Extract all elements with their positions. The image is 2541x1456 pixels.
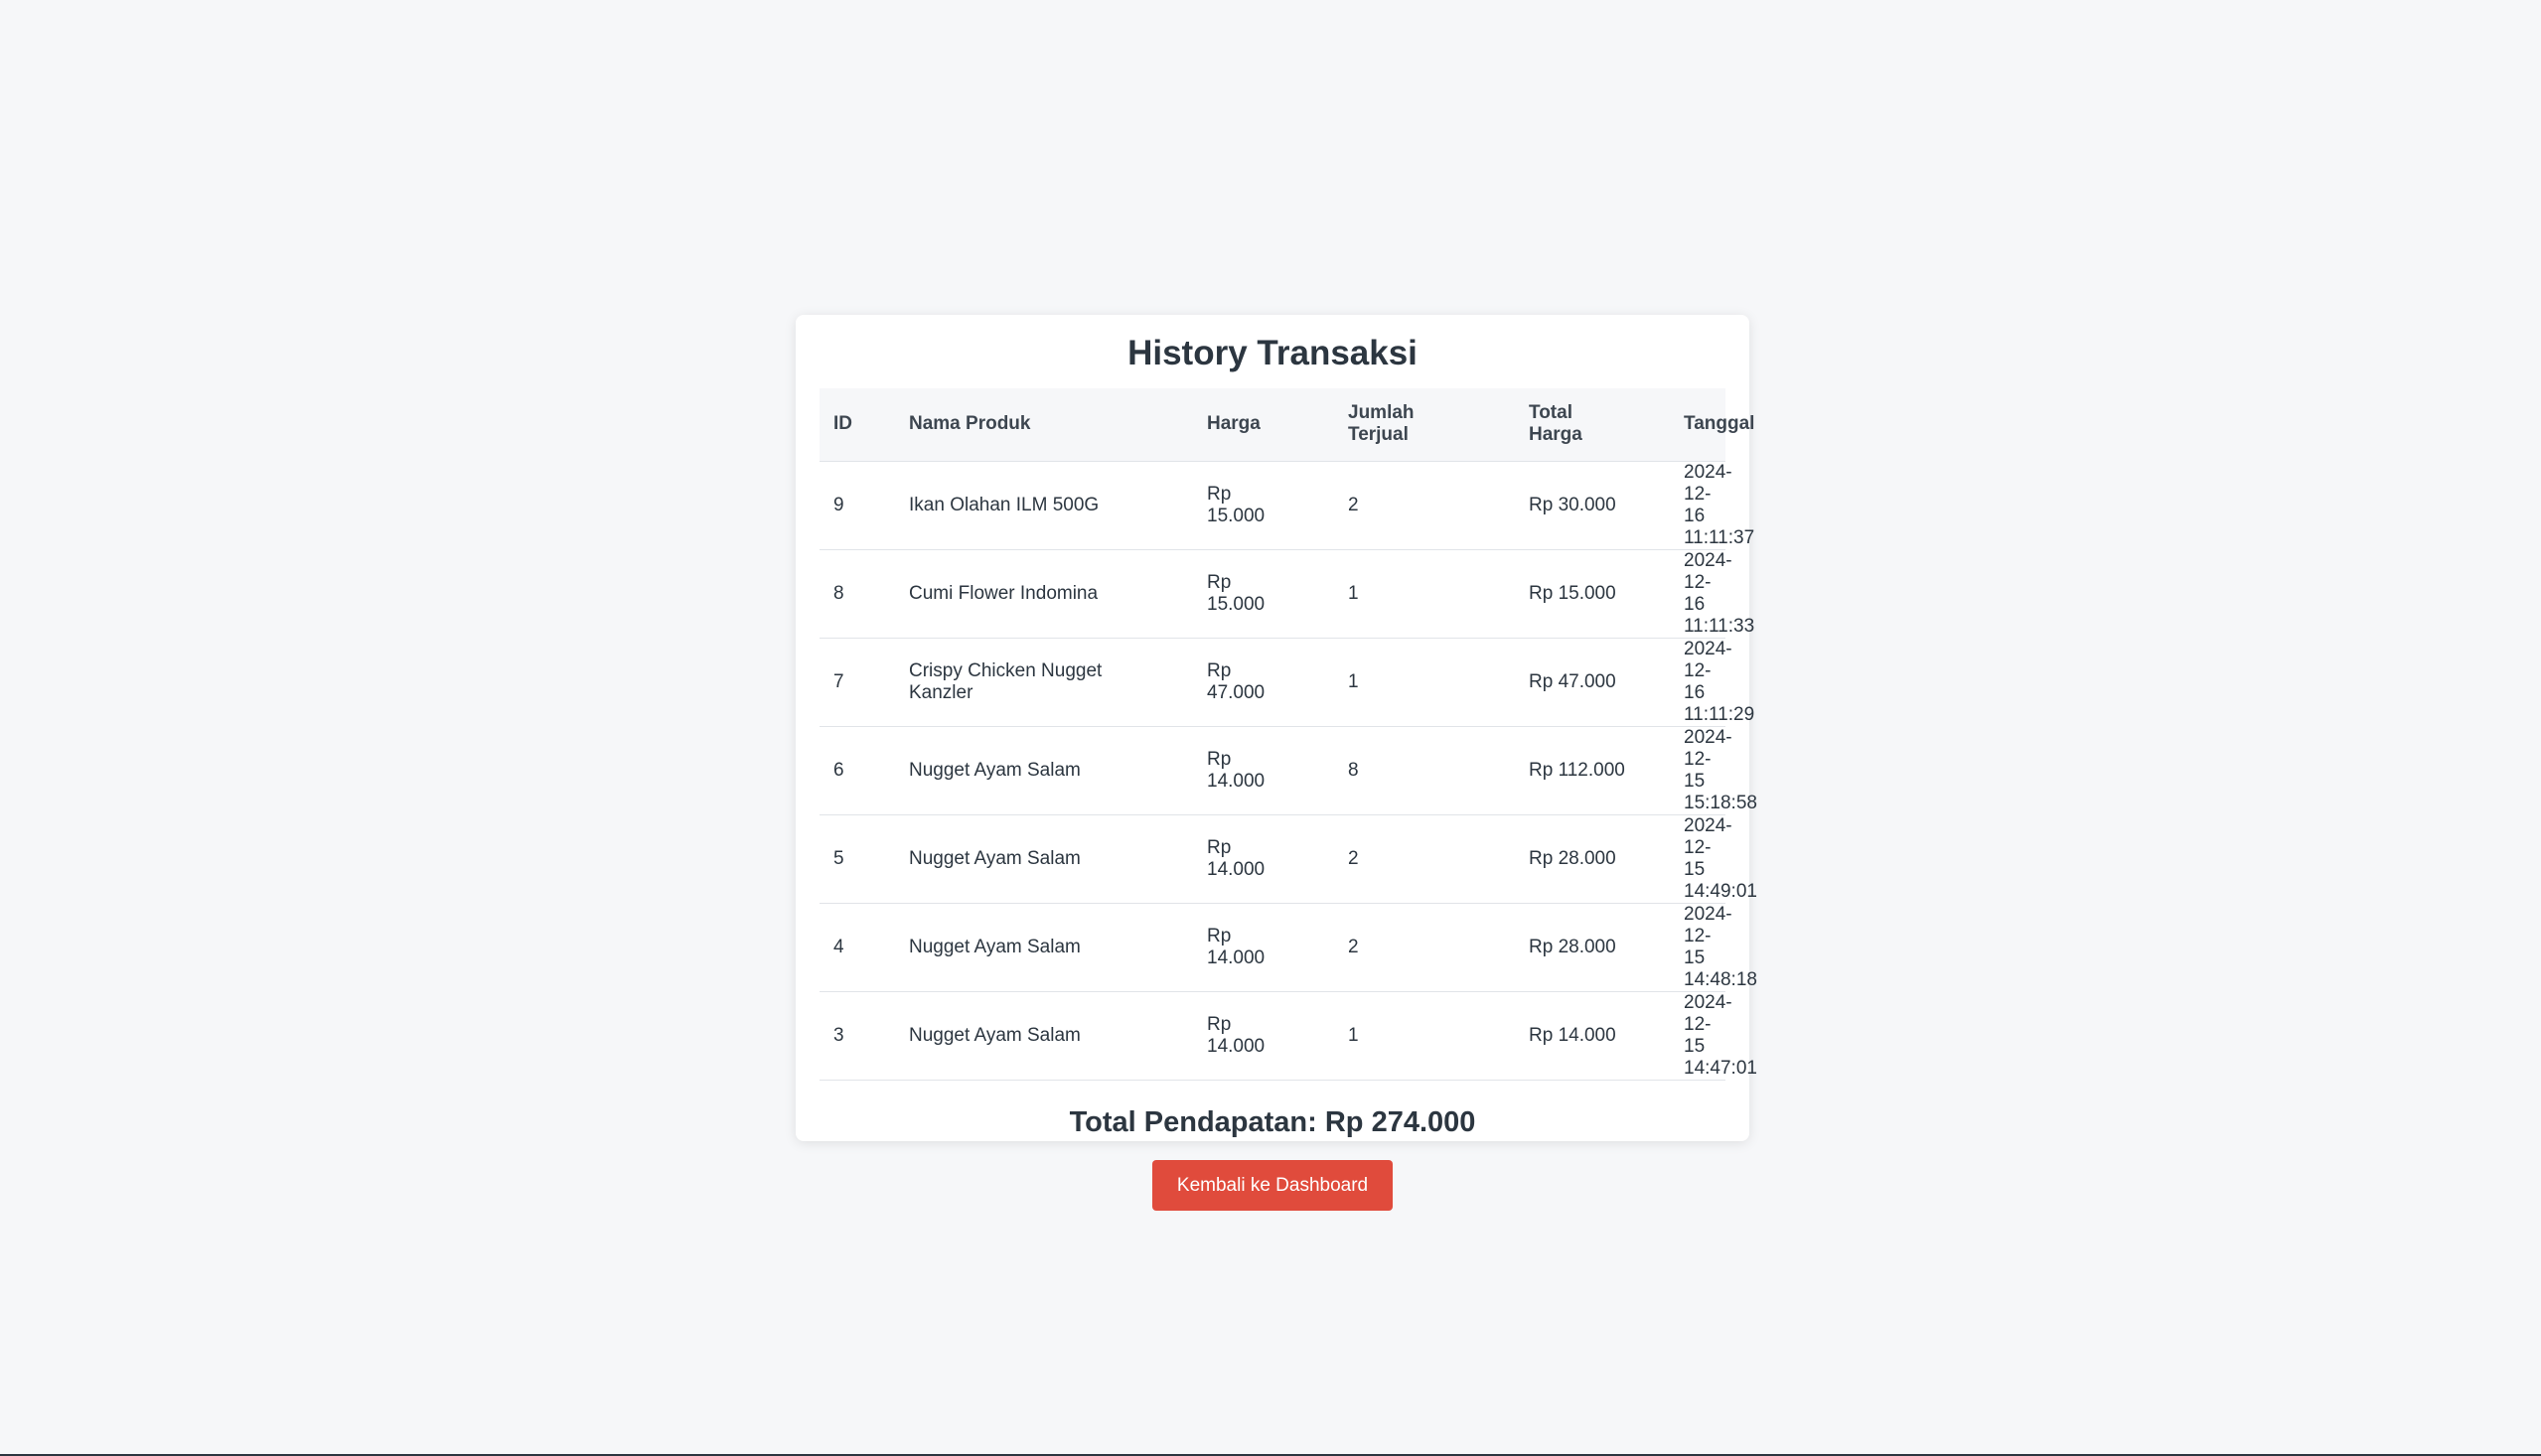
cell-harga: Rp 14.000 [1193, 903, 1334, 992]
cell-jumlah-terjual: 1 [1334, 549, 1515, 639]
cell-total-harga: Rp 47.000 [1515, 638, 1670, 727]
table-row: 8 Cumi Flower Indomina Rp 15.000 1 Rp 15… [820, 549, 1754, 639]
cell-id: 9 [820, 461, 895, 550]
cell-total-harga: Rp 30.000 [1515, 461, 1670, 550]
column-header-id: ID [820, 388, 895, 462]
table-header: ID Nama Produk Harga Jumlah Terjual Tota… [820, 388, 1754, 462]
total-pendapatan: Total Pendapatan: Rp 274.000 [1069, 1105, 1476, 1138]
cell-tanggal: 2024-12-16 11:11:37 [1670, 461, 1754, 550]
cell-nama-produk: Nugget Ayam Salam [895, 903, 1193, 992]
column-header-nama-produk: Nama Produk [895, 388, 1193, 462]
cell-harga: Rp 47.000 [1193, 638, 1334, 727]
cell-id: 4 [820, 903, 895, 992]
table-body: 9 Ikan Olahan ILM 500G Rp 15.000 2 Rp 30… [820, 461, 1757, 1081]
cell-tanggal: 2024-12-15 14:49:01 [1670, 814, 1757, 904]
cell-harga: Rp 14.000 [1193, 991, 1334, 1081]
column-header-jumlah-terjual: Jumlah Terjual [1334, 388, 1515, 462]
table-row: 7 Crispy Chicken Nugget Kanzler Rp 47.00… [820, 638, 1754, 727]
cell-nama-produk: Cumi Flower Indomina [895, 549, 1193, 639]
cell-id: 5 [820, 814, 895, 904]
cell-total-harga: Rp 28.000 [1515, 903, 1670, 992]
cell-tanggal: 2024-12-16 11:11:33 [1670, 549, 1754, 639]
cell-harga: Rp 14.000 [1193, 726, 1334, 815]
table-header-row: ID Nama Produk Harga Jumlah Terjual Tota… [820, 388, 1754, 462]
cell-tanggal: 2024-12-15 14:48:18 [1670, 903, 1757, 992]
cell-jumlah-terjual: 8 [1334, 726, 1515, 815]
transaction-table: ID Nama Produk Harga Jumlah Terjual Tota… [820, 388, 1757, 1081]
cell-jumlah-terjual: 1 [1334, 638, 1515, 727]
column-header-total-harga: Total Harga [1515, 388, 1670, 462]
cell-jumlah-terjual: 2 [1334, 814, 1515, 904]
cell-harga: Rp 14.000 [1193, 814, 1334, 904]
cell-nama-produk: Nugget Ayam Salam [895, 991, 1193, 1081]
column-header-harga: Harga [1193, 388, 1334, 462]
table-row: 3 Nugget Ayam Salam Rp 14.000 1 Rp 14.00… [820, 991, 1757, 1081]
table-row: 5 Nugget Ayam Salam Rp 14.000 2 Rp 28.00… [820, 814, 1757, 904]
cell-jumlah-terjual: 2 [1334, 461, 1515, 550]
cell-harga: Rp 15.000 [1193, 549, 1334, 639]
column-header-tanggal: Tanggal [1670, 388, 1754, 462]
cell-id: 8 [820, 549, 895, 639]
cell-harga: Rp 15.000 [1193, 461, 1334, 550]
cell-nama-produk: Crispy Chicken Nugget Kanzler [895, 638, 1193, 727]
cell-total-harga: Rp 28.000 [1515, 814, 1670, 904]
cell-nama-produk: Nugget Ayam Salam [895, 726, 1193, 815]
cell-tanggal: 2024-12-16 11:11:29 [1670, 638, 1754, 727]
cell-nama-produk: Nugget Ayam Salam [895, 814, 1193, 904]
history-card: History Transaksi ID Nama Produk Harga J… [796, 315, 1757, 1211]
cell-jumlah-terjual: 1 [1334, 991, 1515, 1081]
cell-tanggal: 2024-12-15 14:47:01 [1670, 991, 1757, 1081]
cell-total-harga: Rp 14.000 [1515, 991, 1670, 1081]
back-to-dashboard-button[interactable]: Kembali ke Dashboard [1152, 1159, 1393, 1211]
table-row: 4 Nugget Ayam Salam Rp 14.000 2 Rp 28.00… [820, 903, 1757, 992]
cell-id: 6 [820, 726, 895, 815]
cell-total-harga: Rp 112.000 [1515, 726, 1670, 815]
page-title: History Transaksi [1127, 334, 1418, 372]
table-row: 9 Ikan Olahan ILM 500G Rp 15.000 2 Rp 30… [820, 461, 1754, 550]
cell-id: 3 [820, 991, 895, 1081]
button-row: Kembali ke Dashboard [820, 1159, 1725, 1211]
cell-id: 7 [820, 638, 895, 727]
cell-nama-produk: Ikan Olahan ILM 500G [895, 461, 1193, 550]
cell-total-harga: Rp 15.000 [1515, 549, 1670, 639]
cell-jumlah-terjual: 2 [1334, 903, 1515, 992]
table-row: 6 Nugget Ayam Salam Rp 14.000 8 Rp 112.0… [820, 726, 1757, 815]
cell-tanggal: 2024-12-15 15:18:58 [1670, 726, 1757, 815]
